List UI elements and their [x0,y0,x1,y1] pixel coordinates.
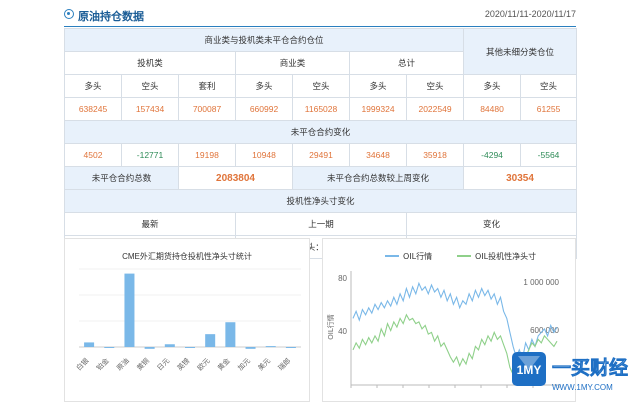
change-cell: -12771 [121,143,179,167]
col-long: 多头 [463,74,522,98]
prev-label: 上一期 [235,212,407,236]
tick-label: 原油 [115,356,131,372]
latest-label: 最新 [64,212,236,236]
change-cell: 35918 [405,143,465,167]
bar [205,334,216,347]
bar [164,344,175,347]
tick-label: 黄铜 [135,356,151,372]
bar [225,322,236,347]
value-cell: 700087 [178,97,236,121]
other-title: 其他未细分类仓位 [463,28,578,75]
tick-label: 英镑 [175,356,191,372]
col-short: 空头 [292,74,350,98]
change-cell: 34648 [349,143,407,167]
svg-text:1MY: 1MY [517,363,542,377]
tick-label: 日元 [156,357,172,373]
change-cell: 29491 [292,143,350,167]
col-short: 空头 [520,74,578,98]
section-header: 原油持仓数据 2020/11/11-2020/11/17 [64,6,576,24]
group-total: 总计 [348,51,465,75]
value-cell: 84480 [463,97,522,121]
bar-chart: CME外汇期货持仓投机性净头寸统计白银 铂金 原油 黄铜 日元 英镑 欧元 黄金 加元 美元 瑞郎 [74,251,301,373]
tick-label: 欧元 [195,356,211,372]
page-title: 原油持仓数据 [78,11,144,23]
total-label: 未平仓合约总数 [64,166,179,190]
tick-label: 40 [338,327,347,336]
tick-label: 80 [338,274,347,283]
change-cell: 19198 [178,143,236,167]
col-long: 多头 [349,74,407,98]
col-long: 多头 [64,74,122,98]
legend-label: OIL投机性净头寸 [475,251,536,261]
tick-label: 加元 [236,356,252,372]
bar [285,347,296,348]
header-divider [64,26,576,27]
value-cell: 1165028 [292,97,350,121]
change-cell: -5564 [520,143,578,167]
bar [104,347,115,348]
value-cell: 638245 [64,97,122,121]
bar [144,347,155,349]
bar [265,346,276,348]
col-short: 空头 [121,74,179,98]
tick-label: 瑞郎 [276,356,292,372]
tick-label: 1 000 000 [523,278,559,287]
value-cell: 61255 [520,97,578,121]
bar [124,273,135,347]
col-long: 多头 [235,74,293,98]
bar [185,347,195,348]
group-spec: 投机类 [64,51,236,75]
col-short: 空头 [405,74,465,98]
value-cell: 660992 [235,97,293,121]
change-title: 未平仓合约变化 [63,120,578,144]
svg-text:一买财经: 一买财经 [552,356,628,379]
tick-label: 黄金 [216,356,232,372]
date-range: 2020/11/11-2020/11/17 [484,9,576,19]
change-cell: 10948 [235,143,293,167]
change-cell: -4294 [463,143,522,167]
tick-label: 白银 [74,356,90,372]
bar [245,347,256,349]
legend-label: OIL行情 [403,251,432,261]
bar [84,342,95,347]
change-cell: 4502 [64,143,122,167]
commercial-title: 商业类与投机类未平仓合约仓位 [63,28,465,52]
axis-label: OIL行情 [326,314,335,339]
tick-label: 铂金 [94,356,110,372]
positions-table: 商业类与投机类未平仓合约仓位 其他未细分类仓位 投机类 商业类 总计 多头 空头… [63,28,578,259]
total-value: 2083804 [178,166,293,190]
chart-title: CME外汇期货持仓投机性净头寸统计 [122,251,252,261]
value-cell: 157434 [121,97,179,121]
tick-label: 美元 [256,356,272,372]
circle-dot-icon [64,9,74,19]
svg-text:WWW.1MY.COM: WWW.1MY.COM [552,383,613,392]
net-title: 投机性净头寸变化 [63,189,578,213]
delta-label: 变化 [405,212,578,236]
value-cell: 2022549 [405,97,465,121]
bar-chart-panel: CME外汇期货持仓投机性净头寸统计白银 铂金 原油 黄铜 日元 英镑 欧元 黄金 加元 美元 瑞郎 [64,238,310,402]
week-change-value: 30354 [463,166,578,190]
week-change-label: 未平仓合约总数较上周变化 [291,166,465,190]
group-comm: 商业类 [235,51,350,75]
brand-logo: 1MY 一买财经 WWW.1MY.COM [512,342,640,400]
value-cell: 1999324 [349,97,407,121]
col-arb: 套利 [178,74,236,98]
